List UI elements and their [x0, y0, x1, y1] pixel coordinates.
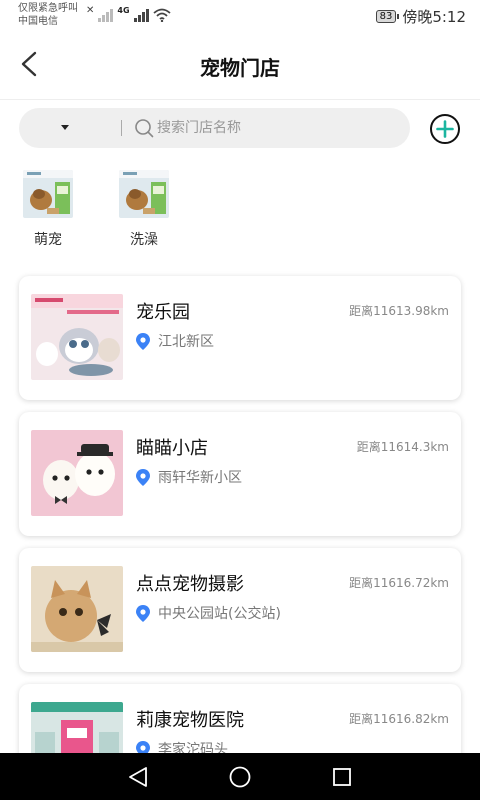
- location-pin-icon: [136, 468, 150, 486]
- signal-icon: [133, 8, 149, 22]
- category-label: 洗澡: [130, 232, 158, 248]
- add-store-icon[interactable]: [429, 113, 461, 145]
- search-icon: [135, 119, 154, 138]
- signal-icons: ✕ 4G: [86, 6, 171, 22]
- clock: 傍晚5:12: [402, 8, 466, 26]
- store-distance: 距离11616.72km: [349, 576, 449, 590]
- location-pin-icon: [136, 604, 150, 622]
- nav-back-icon[interactable]: [126, 765, 150, 789]
- wifi-icon: [152, 8, 171, 22]
- emergency-text: 仅限紧急呼叫: [18, 3, 78, 14]
- store-address-row: 中央公园站(公交站): [136, 603, 281, 623]
- category-bath[interactable]: 洗澡: [114, 170, 174, 249]
- status-right: 83 傍晚5:12: [375, 6, 466, 27]
- store-distance: 距离11613.98km: [349, 304, 449, 318]
- pet-food-thumbnail-icon: [23, 170, 73, 218]
- status-bar: 仅限紧急呼叫 中国电信 ✕ 4G 83 傍晚5:12: [0, 0, 480, 32]
- store-distance: 距离11616.82km: [349, 712, 449, 726]
- pet-food-thumbnail-icon: [119, 170, 169, 218]
- nav-home-icon[interactable]: [228, 765, 252, 789]
- category-pets[interactable]: 萌宠: [18, 170, 78, 249]
- store-name: 瞄瞄小店: [136, 438, 208, 459]
- store-address: 雨轩华新小区: [158, 470, 242, 486]
- no-sim-icon: ✕: [86, 5, 95, 16]
- store-address-row: 雨轩华新小区: [136, 467, 242, 487]
- header: 宠物门店: [0, 32, 480, 100]
- category-label: 萌宠: [34, 232, 62, 248]
- store-card[interactable]: 宠乐园 距离11613.98km 江北新区: [19, 276, 461, 400]
- store-address-row: 江北新区: [136, 331, 214, 351]
- store-card[interactable]: 瞄瞄小店 距离11614.3km 雨轩华新小区: [19, 412, 461, 536]
- store-name: 莉康宠物医院: [136, 710, 244, 731]
- dropdown-arrow-icon[interactable]: [61, 125, 69, 130]
- network-type: 4G: [117, 6, 130, 15]
- store-photo-puppies: [31, 430, 123, 516]
- system-nav-bar: [0, 753, 480, 800]
- store-name: 宠乐园: [136, 302, 190, 323]
- battery-icon: 83: [375, 10, 400, 23]
- nav-recents-icon[interactable]: [330, 765, 354, 789]
- location-pin-icon: [136, 332, 150, 350]
- page-title: 宠物门店: [200, 56, 280, 80]
- search-input[interactable]: [157, 116, 397, 140]
- carrier-info: 仅限紧急呼叫 中国电信: [18, 2, 78, 28]
- search-bar: [19, 108, 410, 148]
- carrier-name: 中国电信: [18, 16, 58, 27]
- store-card[interactable]: 点点宠物摄影 距离11616.72km 中央公园站(公交站): [19, 548, 461, 672]
- store-photo-cats: [31, 294, 123, 380]
- divider: [121, 120, 122, 136]
- store-address: 江北新区: [158, 334, 214, 350]
- store-photo-kitten: [31, 566, 123, 652]
- store-address: 中央公园站(公交站): [158, 606, 281, 622]
- store-distance: 距离11614.3km: [356, 440, 449, 454]
- signal-dim-icon: [98, 8, 114, 22]
- store-name: 点点宠物摄影: [136, 574, 244, 595]
